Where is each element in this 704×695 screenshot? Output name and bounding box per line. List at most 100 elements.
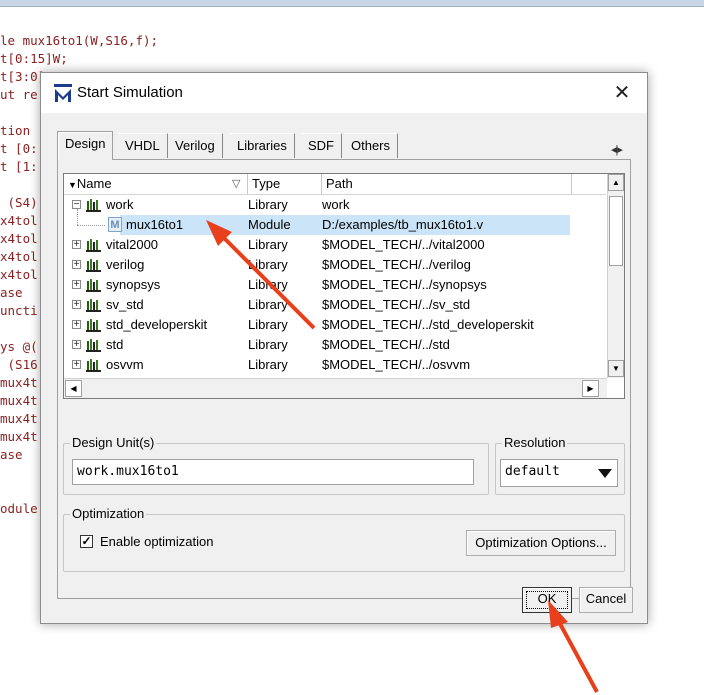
close-button[interactable]: ✕ [607, 79, 637, 107]
row-name: mux16to1 [126, 217, 184, 232]
row-type: Library [248, 237, 288, 252]
code-line: t[0:15]W; [0, 51, 68, 66]
list-header: ▼Name ▽ Type Path [64, 174, 606, 195]
code-line: t [0: [0, 141, 38, 156]
expand-icon[interactable]: + [72, 360, 81, 370]
library-icon [86, 358, 102, 372]
row-name: std [106, 337, 124, 352]
list-item[interactable]: Mmux16to1 Module D:/examples/tb_mux16to1.v [64, 209, 606, 235]
code-line: uncti [0, 303, 38, 318]
optimization-label: Optimization [70, 506, 147, 521]
code-line: tion [0, 123, 31, 138]
enable-optimization-checkbox[interactable]: ✓ [80, 535, 93, 548]
row-type: Library [248, 317, 288, 332]
enable-optimization-label: Enable optimization [100, 534, 214, 549]
column-type[interactable]: Type [248, 174, 322, 194]
row-name: std_developerskit [106, 317, 208, 332]
check-icon: ✓ [81, 534, 92, 548]
row-name: sv_std [106, 297, 144, 312]
list-item[interactable]: + synopsys Library $MODEL_TECH/../synopsys [64, 275, 606, 295]
expand-icon[interactable]: + [72, 300, 81, 310]
design-unit-group: Design Unit(s) work.mux16to1 [63, 435, 489, 495]
resolution-group: Resolution default [495, 435, 625, 495]
scroll-up-icon[interactable]: ▲ [608, 174, 624, 191]
list-item[interactable]: + verilog Library $MODEL_TECH/../verilog [64, 255, 606, 275]
row-path: $MODEL_TECH/../verilog [322, 257, 471, 272]
row-name: work [106, 197, 134, 212]
tree-line [77, 225, 105, 226]
list-item[interactable]: + sv_std Library $MODEL_TECH/../sv_std [64, 295, 606, 315]
vertical-scrollbar[interactable]: ▲ ▼ [607, 174, 624, 378]
column-path[interactable]: Path [322, 174, 572, 194]
expand-icon[interactable]: + [72, 240, 81, 250]
resolution-select[interactable]: default [500, 459, 618, 487]
optimization-options-button[interactable]: Optimization Options... [466, 530, 616, 556]
row-type: Library [248, 297, 288, 312]
row-type: Library [248, 337, 288, 352]
scroll-left-icon[interactable]: ◀ [65, 380, 82, 397]
scroll-down-icon[interactable]: ▼ [608, 360, 624, 377]
chevron-down-icon [598, 469, 612, 478]
sort-down-icon: ▼ [68, 180, 77, 190]
code-line: t [1: [0, 159, 38, 174]
row-type: Library [248, 197, 288, 212]
column-name[interactable]: ▼Name ▽ [64, 174, 248, 194]
row-path: D:/examples/tb_mux16to1.v [322, 217, 484, 232]
expand-icon[interactable]: + [72, 280, 81, 290]
row-name: synopsys [106, 277, 161, 292]
code-line: odule [0, 501, 38, 516]
row-path: $MODEL_TECH/../vital2000 [322, 237, 485, 252]
row-path: $MODEL_TECH/../sv_std [322, 297, 471, 312]
tab-vhdl[interactable]: VHDL [118, 133, 168, 158]
code-line: (S16 [0, 357, 38, 372]
code-line: mux4t [0, 411, 38, 426]
row-name: osvvm [106, 357, 144, 372]
library-icon [86, 338, 102, 352]
resolution-label: Resolution [502, 435, 568, 450]
expand-icon[interactable]: + [72, 320, 81, 330]
tab-scroll-arrows-icon[interactable]: ◂|▸ [611, 143, 623, 156]
expand-icon[interactable]: + [72, 340, 81, 350]
code-line: x4tol [0, 267, 38, 282]
row-path: $MODEL_TECH/../std [322, 337, 450, 352]
list-item[interactable]: + vital2000 Library $MODEL_TECH/../vital200… [64, 235, 606, 255]
horizontal-scrollbar[interactable]: ◀ ▶ [64, 378, 607, 398]
tab-verilog[interactable]: Verilog [168, 133, 223, 158]
tab-sdf[interactable]: SDF [301, 133, 342, 158]
row-name: vital2000 [106, 237, 159, 252]
row-path: $MODEL_TECH/../synopsys [322, 277, 487, 292]
list-item[interactable]: + std Library $MODEL_TECH/../std [64, 335, 606, 355]
code-line: le mux16to1(W,S16,f); [0, 33, 159, 48]
code-line: x4tol [0, 231, 38, 246]
tab-design[interactable]: Design [57, 131, 114, 160]
row-path: $MODEL_TECH/../std_developerskit [322, 317, 534, 332]
code-line: mux4t [0, 375, 38, 390]
library-icon [86, 278, 102, 292]
close-icon: ✕ [613, 82, 631, 104]
row-path: work [322, 197, 350, 212]
focus-ring [526, 591, 568, 609]
code-line: ase [0, 285, 23, 300]
optimization-group: Optimization ✓ Enable optimization Optim… [63, 506, 625, 572]
list-item[interactable]: + osvvm Library $MODEL_TECH/../osvvm [64, 355, 606, 375]
list-rows: − work Library work Mmux16to1 Module D:/exampl… [64, 195, 606, 378]
code-line: ys @( [0, 339, 38, 354]
row-type: Library [248, 357, 288, 372]
code-line: (S4) [0, 195, 38, 210]
row-type: Library [248, 277, 288, 292]
tab-others[interactable]: Others [344, 133, 399, 158]
expand-icon[interactable]: + [72, 260, 81, 270]
list-item[interactable]: − work Library work [64, 195, 606, 215]
ok-button[interactable]: OK [522, 587, 572, 613]
resolution-value: default [505, 464, 560, 479]
library-list[interactable]: ▼Name ▽ Type Path − work Library work Mmux16… [63, 173, 625, 399]
code-line: mux4t [0, 429, 38, 444]
tab-libraries[interactable]: Libraries [230, 133, 295, 158]
scroll-right-icon[interactable]: ▶ [582, 380, 599, 397]
code-line: ase [0, 447, 23, 462]
design-unit-input[interactable]: work.mux16to1 [72, 459, 474, 485]
cancel-button[interactable]: Cancel [579, 587, 633, 613]
list-item[interactable]: + std_developerskit Library $MODEL_TECH/../… [64, 315, 606, 335]
collapse-icon[interactable]: − [72, 200, 81, 210]
scroll-thumb[interactable] [609, 196, 623, 266]
